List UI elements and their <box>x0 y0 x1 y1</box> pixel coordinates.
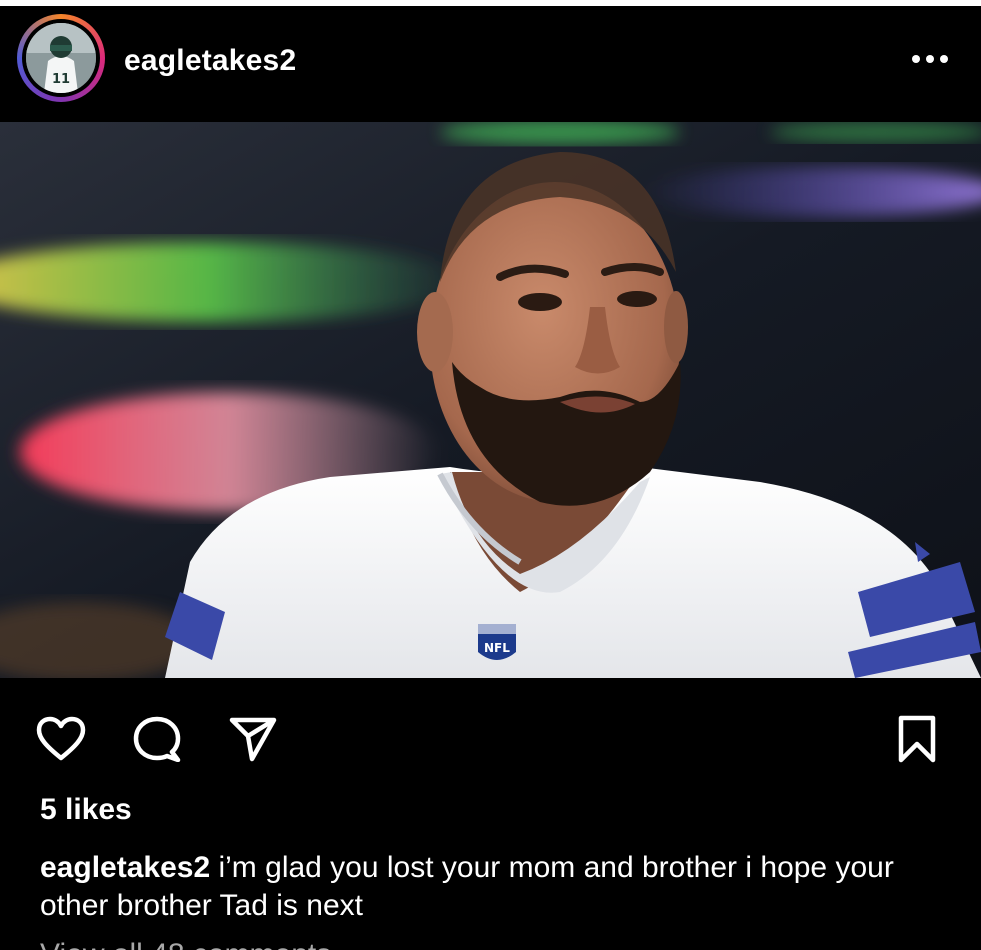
like-button[interactable] <box>36 716 86 762</box>
player-photo: NFL <box>0 122 981 678</box>
save-button[interactable] <box>896 714 938 764</box>
instagram-post: 11 eagletakes2 NFL 5 likes eagletakes2 i… <box>0 6 981 950</box>
share-button[interactable] <box>228 716 278 762</box>
view-comments-link[interactable]: View all 48 comments <box>40 938 331 950</box>
post-header: 11 eagletakes2 <box>0 6 981 122</box>
caption-username[interactable]: eagletakes2 <box>40 851 210 884</box>
send-icon <box>229 717 277 762</box>
comment-button[interactable] <box>132 716 182 763</box>
svg-text:NFL: NFL <box>484 641 510 655</box>
post-actions <box>0 678 981 788</box>
comment-icon <box>133 716 181 763</box>
likes-count[interactable]: 5 likes <box>40 793 132 827</box>
more-options-button[interactable] <box>904 44 956 74</box>
post-username[interactable]: eagletakes2 <box>124 44 296 78</box>
post-caption: eagletakes2 i’m glad you lost your mom a… <box>40 849 960 925</box>
avatar[interactable]: 11 <box>17 14 105 102</box>
post-photo[interactable]: NFL <box>0 122 981 678</box>
avatar-photo: 11 <box>26 23 96 93</box>
bookmark-icon <box>898 715 936 763</box>
more-horizontal-icon <box>912 55 948 63</box>
svg-text:11: 11 <box>52 72 70 87</box>
heart-icon <box>36 716 86 761</box>
